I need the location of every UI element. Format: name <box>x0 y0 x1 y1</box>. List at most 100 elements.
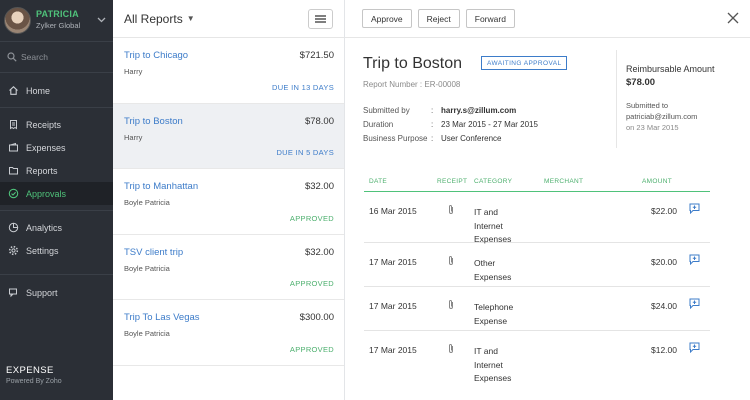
report-meta: Submitted by : harry.s@zillum.com Durati… <box>363 104 538 146</box>
report-status: DUE IN 13 DAYS <box>272 82 334 92</box>
meta-label: Business Purpose <box>363 134 428 143</box>
sidebar-item-reports[interactable]: Reports <box>0 159 113 182</box>
report-name[interactable]: Trip to Manhattan <box>124 181 334 192</box>
submitted-to-date: on 23 Mar 2015 <box>626 123 679 132</box>
chevron-down-icon[interactable] <box>97 15 109 25</box>
expense-category: Telephone Expense <box>474 301 513 328</box>
report-item[interactable]: Trip To Las Vegas $300.00 Boyle Patricia… <box>113 300 344 366</box>
reject-button[interactable]: Reject <box>417 9 460 28</box>
brand-name: EXPENSE <box>6 365 54 376</box>
home-icon <box>8 85 19 96</box>
report-name[interactable]: TSV client trip <box>124 247 334 258</box>
report-name[interactable]: Trip to Boston <box>124 116 334 127</box>
check-circle-icon <box>8 188 19 199</box>
table-row[interactable]: 16 Mar 2015 IT and Internet Expenses $22… <box>364 192 710 244</box>
report-list: All Reports ▼ Trip to Chicago $721.50 Ha… <box>113 0 345 400</box>
close-icon[interactable] <box>727 12 739 24</box>
expense-table: DATE RECEIPT CATEGORY MERCHANT AMOUNT 16… <box>364 172 710 383</box>
category-line: Internet <box>474 359 503 370</box>
expense-category: IT and Internet Expenses <box>474 345 511 386</box>
meta-label: Duration <box>363 120 394 129</box>
paperclip-icon[interactable] <box>447 299 455 312</box>
paperclip-icon[interactable] <box>447 204 455 217</box>
comment-add-icon[interactable] <box>689 298 700 311</box>
divider <box>0 274 113 275</box>
report-amount: $78.00 <box>304 115 334 127</box>
org-name: Zylker Global <box>36 21 81 30</box>
forward-button[interactable]: Forward <box>465 9 515 28</box>
caret-down-icon[interactable]: ▼ <box>187 14 195 23</box>
column-header-date[interactable]: DATE <box>369 178 387 185</box>
sidebar-item-receipts[interactable]: Receipts <box>0 113 113 136</box>
comment-add-icon[interactable] <box>689 342 700 355</box>
sidebar-item-home[interactable]: Home <box>0 79 113 102</box>
list-header: All Reports ▼ <box>113 0 344 38</box>
report-amount: $32.00 <box>304 246 334 258</box>
paperclip-icon[interactable] <box>447 255 455 268</box>
avatar[interactable] <box>4 6 31 34</box>
comment-add-icon[interactable] <box>689 203 700 216</box>
expense-date: 17 Mar 2015 <box>369 301 417 311</box>
approve-button[interactable]: Approve <box>362 9 412 28</box>
sidebar-item-approvals[interactable]: Approvals <box>0 182 113 205</box>
table-row[interactable]: 17 Mar 2015 Telephone Expense $24.00 <box>364 287 710 331</box>
search-icon <box>7 52 17 62</box>
purpose-value: User Conference <box>441 134 502 143</box>
reimbursable-amount: $78.00 <box>626 77 656 88</box>
category-line: IT and <box>474 346 498 356</box>
category-line: Internet <box>474 220 503 231</box>
category-line: Telephone <box>474 302 514 312</box>
search-input[interactable]: Search <box>21 52 48 62</box>
table-row[interactable]: 17 Mar 2015 Other Expenses $20.00 <box>364 243 710 287</box>
report-item[interactable]: Trip to Chicago $721.50 Harry DUE IN 13 … <box>113 38 344 104</box>
table-row[interactable]: 17 Mar 2015 IT and Internet Expenses $12… <box>364 331 710 383</box>
receipt-icon <box>8 119 19 130</box>
comment-add-icon[interactable] <box>689 254 700 267</box>
duration-value: 23 Mar 2015 - 27 Mar 2015 <box>441 120 538 129</box>
sidebar-item-analytics[interactable]: Analytics <box>0 216 113 239</box>
sidebar-item-support[interactable]: Support <box>0 281 113 304</box>
category-line: Expenses <box>474 373 512 383</box>
list-title[interactable]: All Reports <box>124 12 183 26</box>
pie-chart-icon <box>8 222 19 233</box>
sidebar-item-label: Support <box>26 287 58 298</box>
sidebar-item-label: Approvals <box>26 188 67 199</box>
wallet-icon <box>8 142 19 153</box>
column-header-amount[interactable]: AMOUNT <box>642 178 672 185</box>
sidebar-search[interactable]: Search <box>0 41 113 73</box>
expense-category: Other Expenses <box>474 257 511 284</box>
report-submitter: Boyle Patricia <box>124 263 170 273</box>
sidebar-item-settings[interactable]: Settings <box>0 239 113 262</box>
action-toolbar: Approve Reject Forward <box>345 0 750 38</box>
gear-icon <box>8 245 19 256</box>
expense-date: 17 Mar 2015 <box>369 257 417 267</box>
expense-amount: $22.00 <box>651 206 677 216</box>
report-amount: $721.50 <box>299 50 334 61</box>
status-badge: AWAITING APPROVAL <box>481 56 568 70</box>
column-header-receipt[interactable]: RECEIPT <box>437 178 467 185</box>
sidebar-item-label: Expenses <box>26 142 66 153</box>
sidebar-item-expenses[interactable]: Expenses <box>0 136 113 159</box>
column-header-category[interactable]: CATEGORY <box>474 178 512 185</box>
report-status: APPROVED <box>289 344 334 354</box>
report-submitter: Boyle Patricia <box>124 198 170 207</box>
list-menu-button[interactable] <box>308 9 333 29</box>
report-submitter: Harry <box>124 67 143 76</box>
expense-date: 16 Mar 2015 <box>369 206 417 216</box>
category-line: Expenses <box>474 271 512 282</box>
sidebar-item-label: Reports <box>26 165 58 176</box>
paperclip-icon[interactable] <box>447 343 455 356</box>
report-item[interactable]: Trip to Boston $78.00 Harry DUE IN 5 DAY… <box>113 103 344 169</box>
divider <box>0 107 113 108</box>
submitted-to-label: Submitted to <box>626 101 669 110</box>
page-title: Trip to Boston <box>363 55 463 72</box>
folder-icon <box>8 165 19 176</box>
report-number: Report Number : ER-00008 <box>363 80 461 89</box>
column-header-merchant[interactable]: MERCHANT <box>544 178 583 185</box>
report-item[interactable]: TSV client trip $32.00 Boyle Patricia AP… <box>113 235 344 300</box>
expense-amount: $12.00 <box>651 345 677 355</box>
report-item[interactable]: Trip to Manhattan $32.00 Boyle Patricia … <box>113 169 344 235</box>
user-profile[interactable]: PATRICIA Zylker Global <box>0 0 113 40</box>
divider <box>0 210 113 211</box>
submitted-by-value: harry.s@zillum.com <box>441 106 517 115</box>
